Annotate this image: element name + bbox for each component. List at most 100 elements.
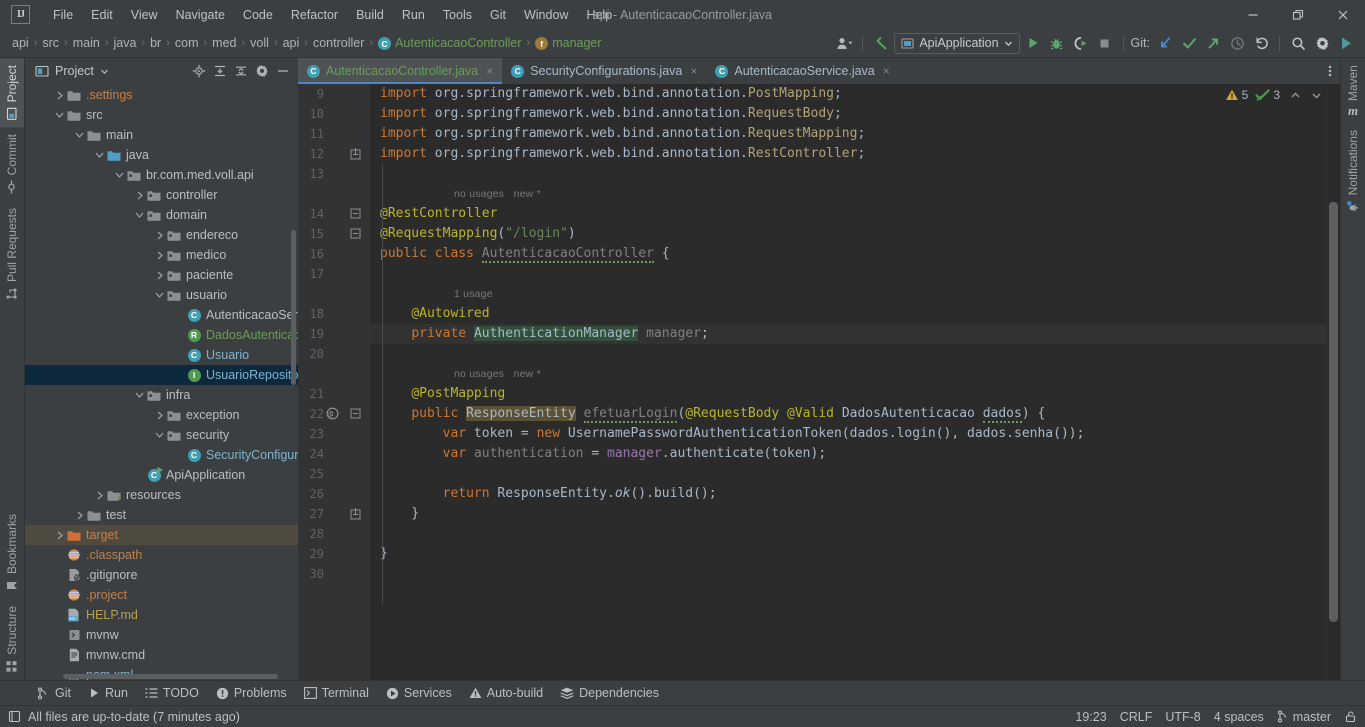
editor-scrollbar[interactable]: [1327, 84, 1340, 680]
tree-row-test[interactable]: test: [25, 505, 298, 525]
close-tab-icon[interactable]: ×: [690, 64, 697, 78]
expand-all-icon[interactable]: [210, 61, 230, 81]
tree-row-domain[interactable]: domain: [25, 205, 298, 225]
search-icon[interactable]: [1287, 32, 1309, 54]
tool-window-problems[interactable]: Problems: [209, 684, 294, 702]
sidebar-item-structure[interactable]: Structure: [0, 599, 24, 680]
tree-row-autenticacaoservice[interactable]: C AutenticacaoService: [25, 305, 298, 325]
fold-region-icon[interactable]: [350, 208, 361, 219]
editor-tab-securityconfigurations[interactable]: C SecurityConfigurations.java ×: [502, 58, 706, 84]
sidebar-item-pull-requests[interactable]: Pull Requests: [0, 201, 24, 307]
tree-row-java[interactable]: java: [25, 145, 298, 165]
sidebar-item-maven[interactable]: m Maven: [1341, 58, 1365, 123]
inspection-widget[interactable]: 5 3: [1225, 88, 1322, 102]
tree-row-src[interactable]: src: [25, 105, 298, 125]
line-separator[interactable]: CRLF: [1120, 710, 1153, 724]
menu-item-git[interactable]: Git: [481, 5, 515, 25]
tree-row-br-com-med-voll-api[interactable]: br.com.med.voll.api: [25, 165, 298, 185]
breadcrumb-item-med[interactable]: med: [208, 34, 240, 52]
stop-button[interactable]: [1094, 32, 1116, 54]
tree-row--gitignore[interactable]: .gitignore: [25, 565, 298, 585]
tool-window-services[interactable]: Services: [379, 684, 459, 702]
restore-button[interactable]: [1275, 0, 1320, 29]
collapse-all-icon[interactable]: [231, 61, 251, 81]
tree-row-paciente[interactable]: paciente: [25, 265, 298, 285]
account-icon[interactable]: [833, 32, 855, 54]
sidebar-item-bookmarks[interactable]: Bookmarks: [0, 507, 24, 599]
locate-file-icon[interactable]: [189, 61, 209, 81]
tree-row-controller[interactable]: controller: [25, 185, 298, 205]
hide-panel-icon[interactable]: [273, 61, 293, 81]
menu-item-refactor[interactable]: Refactor: [282, 5, 347, 25]
project-tree[interactable]: .settings src main java br.com.med.voll.api c…: [25, 84, 298, 680]
run-with-coverage-button[interactable]: [1070, 32, 1092, 54]
tool-window-todo[interactable]: TODO: [138, 684, 206, 702]
fold-region-end-icon[interactable]: [350, 508, 361, 520]
menu-item-help[interactable]: Help: [577, 5, 621, 25]
menu-item-view[interactable]: View: [122, 5, 167, 25]
read-only-lock-icon[interactable]: [1344, 710, 1357, 723]
breadcrumb-item-manager[interactable]: f manager: [531, 34, 605, 53]
commit-icon[interactable]: [1178, 32, 1200, 54]
fold-region-end-icon[interactable]: [350, 148, 361, 160]
menu-item-navigate[interactable]: Navigate: [167, 5, 234, 25]
override-annotation-gutter-icon[interactable]: @: [326, 407, 339, 420]
breadcrumb-item-autenticacaocontroller[interactable]: C AutenticacaoController: [374, 34, 525, 53]
tree-row-dadosautenticacao[interactable]: R DadosAutenticacao: [25, 325, 298, 345]
expand-arrow-icon[interactable]: [133, 191, 146, 200]
indent-setting[interactable]: 4 spaces: [1214, 710, 1264, 724]
breadcrumb-item-api[interactable]: api: [279, 34, 304, 52]
file-encoding[interactable]: UTF-8: [1165, 710, 1200, 724]
chevron-up-icon[interactable]: [1290, 90, 1301, 101]
tree-row-usuario[interactable]: C Usuario: [25, 345, 298, 365]
sidebar-item-project[interactable]: Project: [0, 58, 24, 128]
expand-arrow-icon[interactable]: [53, 531, 66, 540]
expand-arrow-icon[interactable]: [153, 271, 166, 280]
tree-row-usuario[interactable]: usuario: [25, 285, 298, 305]
menu-item-file[interactable]: File: [44, 5, 82, 25]
tree-row--classpath[interactable]: .classpath: [25, 545, 298, 565]
inlay-hint[interactable]: no usages new *: [454, 364, 541, 384]
tree-row-infra[interactable]: infra: [25, 385, 298, 405]
editor-scrollbar-thumb[interactable]: [1329, 202, 1338, 622]
menu-item-edit[interactable]: Edit: [82, 5, 122, 25]
menu-item-tools[interactable]: Tools: [434, 5, 481, 25]
editor-tab-autenticacaocontroller[interactable]: C AutenticacaoController.java ×: [298, 58, 503, 84]
caret-position[interactable]: 19:23: [1075, 710, 1106, 724]
collapse-arrow-icon[interactable]: [93, 151, 106, 159]
git-branch-widget[interactable]: master: [1277, 710, 1331, 724]
expand-arrow-icon[interactable]: [73, 511, 86, 520]
editor-tab-autenticacaoservice[interactable]: C AutenticacaoService.java ×: [706, 58, 898, 84]
sidebar-item-notifications[interactable]: Notifications: [1341, 123, 1365, 221]
breadcrumb-item-java[interactable]: java: [109, 34, 140, 52]
update-project-icon[interactable]: [1154, 32, 1176, 54]
history-icon[interactable]: [1226, 32, 1248, 54]
editor-code[interactable]: import org.springframework.web.bind.anno…: [370, 84, 1326, 680]
collapse-arrow-icon[interactable]: [133, 211, 146, 219]
debug-button[interactable]: [1046, 32, 1068, 54]
chevron-down-icon[interactable]: [1311, 90, 1322, 101]
tool-window-git[interactable]: Git: [30, 684, 78, 702]
inlay-hint[interactable]: no usages new *: [454, 184, 541, 204]
menu-item-build[interactable]: Build: [347, 5, 393, 25]
fold-region-icon[interactable]: [350, 408, 361, 419]
minimize-button[interactable]: [1230, 0, 1275, 29]
back-arrow-icon[interactable]: [870, 32, 892, 54]
chevron-down-icon[interactable]: [100, 67, 109, 76]
tree-row-help-md[interactable]: MD HELP.md: [25, 605, 298, 625]
collapse-arrow-icon[interactable]: [113, 171, 126, 179]
tree-row-usuariorepository[interactable]: I UsuarioRepository: [25, 365, 298, 385]
expand-arrow-icon[interactable]: [153, 231, 166, 240]
editor-tabs-more-icon[interactable]: [1320, 58, 1340, 84]
tree-row-exception[interactable]: exception: [25, 405, 298, 425]
collapse-arrow-icon[interactable]: [153, 291, 166, 299]
close-tab-icon[interactable]: ×: [883, 64, 890, 78]
tool-window-terminal[interactable]: Terminal: [297, 684, 376, 702]
ide-update-icon[interactable]: [1335, 32, 1357, 54]
tool-window-auto-build[interactable]: Auto-build: [462, 684, 550, 702]
sidebar-item-commit[interactable]: Commit: [0, 127, 24, 200]
expand-arrow-icon[interactable]: [93, 491, 106, 500]
breadcrumb-item-main[interactable]: main: [69, 34, 104, 52]
inlay-hint[interactable]: 1 usage: [454, 284, 493, 304]
expand-arrow-icon[interactable]: [53, 91, 66, 100]
